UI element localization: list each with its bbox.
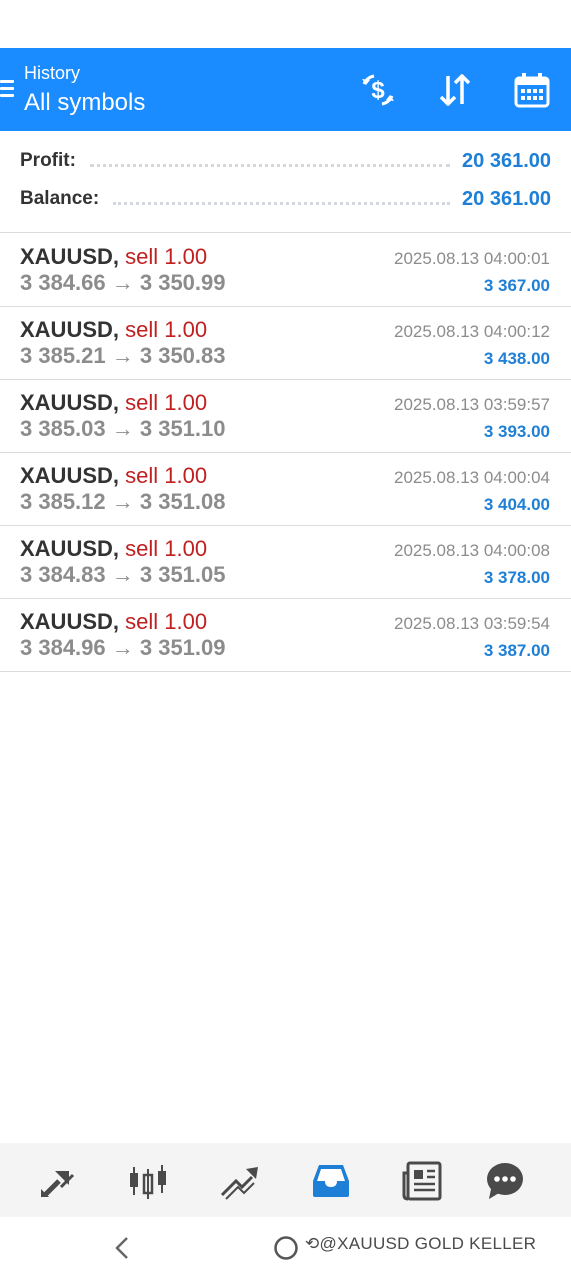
divider <box>0 671 571 672</box>
bottom-nav <box>0 1143 571 1217</box>
messages-icon <box>487 1163 523 1199</box>
deal-prices: 3 384.96 → 3 351.09 <box>20 635 226 660</box>
nav-history[interactable] <box>309 1159 353 1203</box>
deal-action: sell 1.00 <box>125 536 208 561</box>
deal-profit: 3 378.00 <box>483 568 550 587</box>
deal-action: sell 1.00 <box>125 609 208 634</box>
watermark: ⟲@XAUUSD GOLD KELLER <box>305 1234 536 1254</box>
deal-profit: 3 438.00 <box>483 349 550 368</box>
profit-value: 20 361.00 <box>462 149 551 172</box>
deal-symbol: XAUUSD, <box>20 536 120 561</box>
deal-symbol: XAUUSD, <box>20 609 120 634</box>
deal-profit: 3 404.00 <box>483 495 550 514</box>
deal-row[interactable]: XAUUSD, sell 1.00 3 384.66 → 3 350.99 20… <box>0 233 571 306</box>
balance-label: Balance: <box>20 188 100 209</box>
profit-label: Profit: <box>20 150 76 171</box>
deal-profit: 3 367.00 <box>483 276 550 295</box>
back-icon <box>115 1237 128 1259</box>
home-icon <box>274 1236 298 1260</box>
balance-row: Balance: 20 361.00 <box>20 185 551 213</box>
status-bar-area <box>0 0 571 48</box>
deal-prices: 3 385.21 → 3 350.83 <box>20 343 226 368</box>
deal-profit: 3 387.00 <box>483 641 550 660</box>
news-icon <box>402 1161 442 1201</box>
deal-symbol: XAUUSD, <box>20 317 120 342</box>
deal-row[interactable]: XAUUSD, sell 1.00 3 384.83 → 3 351.05 20… <box>0 525 571 598</box>
deal-time: 2025.08.13 03:59:54 <box>394 614 550 633</box>
deal-symbol: XAUUSD, <box>20 244 120 269</box>
history-icon <box>313 1165 349 1197</box>
sort-button[interactable] <box>435 70 475 110</box>
nav-messages[interactable] <box>483 1159 527 1203</box>
calendar-button[interactable] <box>512 70 552 110</box>
nav-quotes[interactable] <box>35 1159 79 1203</box>
profit-row: Profit: 20 361.00 <box>20 147 551 175</box>
deal-symbol: XAUUSD, <box>20 390 120 415</box>
deal-action: sell 1.00 <box>125 244 208 269</box>
deal-time: 2025.08.13 03:59:57 <box>394 395 550 414</box>
deal-prices: 3 384.66 → 3 350.99 <box>20 270 226 295</box>
deal-time: 2025.08.13 04:00:12 <box>394 322 550 341</box>
currency-exchange-button[interactable]: $ <box>358 70 398 110</box>
deal-prices: 3 385.03 → 3 351.10 <box>20 416 226 441</box>
dotted-leader <box>113 199 451 205</box>
nav-news[interactable] <box>400 1159 444 1203</box>
watermark-text: @XAUUSD GOLD KELLER <box>319 1234 537 1253</box>
home-button[interactable] <box>273 1235 299 1261</box>
deal-prices: 3 385.12 → 3 351.08 <box>20 489 226 514</box>
header-subtitle: History <box>24 63 81 83</box>
sort-icon <box>439 74 471 106</box>
nav-chart[interactable] <box>126 1159 170 1203</box>
page-title[interactable]: All symbols <box>24 89 145 117</box>
watermark-logo-icon: ⟲ <box>305 1234 320 1253</box>
deal-profit: 3 393.00 <box>483 422 550 441</box>
svg-text:$: $ <box>371 77 385 104</box>
deal-action: sell 1.00 <box>125 390 208 415</box>
deal-time: 2025.08.13 04:00:01 <box>394 249 550 268</box>
deal-row[interactable]: XAUUSD, sell 1.00 3 385.03 → 3 351.10 20… <box>0 379 571 452</box>
deal-symbol: XAUUSD, <box>20 463 120 488</box>
deal-row[interactable]: XAUUSD, sell 1.00 3 384.96 → 3 351.09 20… <box>0 598 571 671</box>
nav-trade[interactable] <box>218 1159 262 1203</box>
currency-exchange-icon: $ <box>362 74 394 106</box>
trade-icon <box>220 1167 258 1200</box>
dotted-leader <box>89 161 451 167</box>
deal-row[interactable]: XAUUSD, sell 1.00 3 385.21 → 3 350.83 20… <box>0 306 571 379</box>
quotes-icon <box>41 1171 75 1197</box>
back-button[interactable] <box>110 1234 134 1262</box>
balance-value: 20 361.00 <box>462 187 551 210</box>
chart-icon <box>130 1165 166 1199</box>
deal-action: sell 1.00 <box>125 463 208 488</box>
deal-time: 2025.08.13 04:00:08 <box>394 541 550 560</box>
deal-action: sell 1.00 <box>125 317 208 342</box>
deal-time: 2025.08.13 04:00:04 <box>394 468 550 487</box>
calendar-icon <box>514 73 550 108</box>
deal-prices: 3 384.83 → 3 351.05 <box>20 562 226 587</box>
deal-row[interactable]: XAUUSD, sell 1.00 3 385.12 → 3 351.08 20… <box>0 452 571 525</box>
menu-icon[interactable] <box>0 78 16 102</box>
